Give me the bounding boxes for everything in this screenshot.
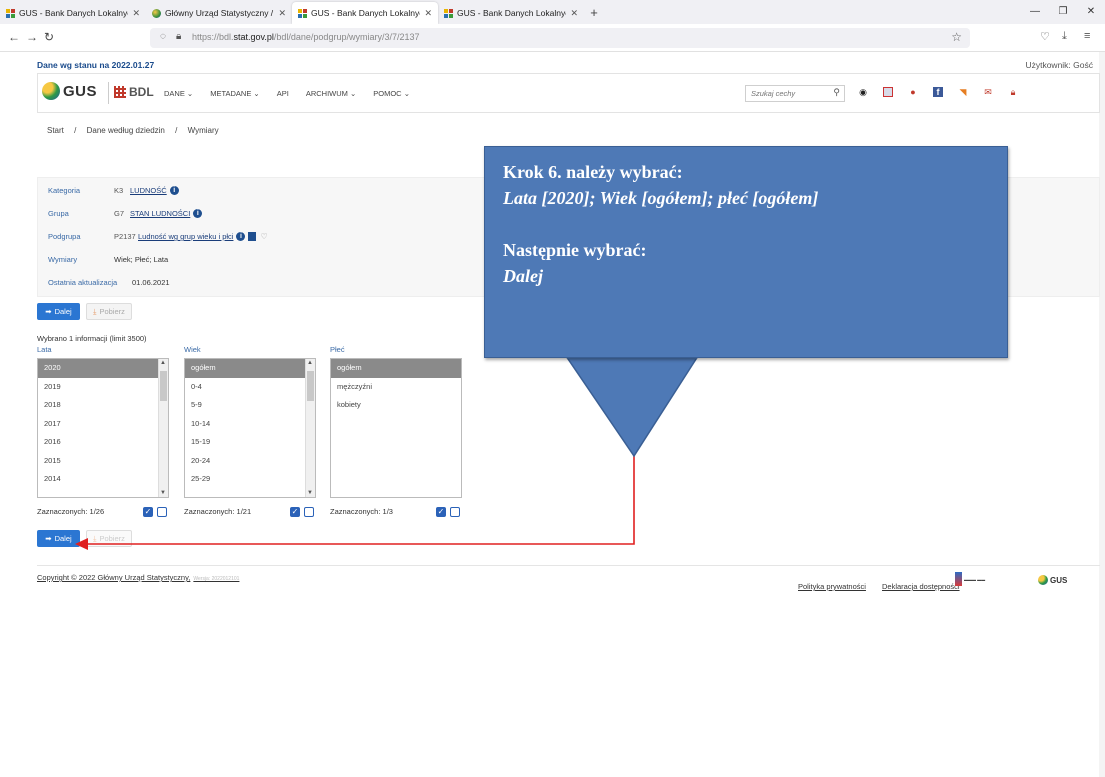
callout-selection-text: Lata [2020]; Wiek [ogółem]; płeć [ogółem… — [503, 188, 819, 208]
annotation-arrow — [75, 456, 635, 550]
instruction-callout: Krok 6. należy wybrać: Lata [2020]; Wiek… — [484, 146, 1008, 358]
arrow-line — [83, 456, 635, 545]
arrow-head-icon — [75, 538, 88, 550]
screen: GUS - Bank Danych Lokalnych ✕ Główny Urz… — [0, 0, 1105, 777]
callout-next-action: Dalej — [503, 266, 543, 286]
callout-pointer — [565, 356, 699, 458]
callout-next-title: Następnie wybrać: — [503, 240, 647, 260]
callout-step-title: Krok 6. należy wybrać: — [503, 162, 683, 182]
